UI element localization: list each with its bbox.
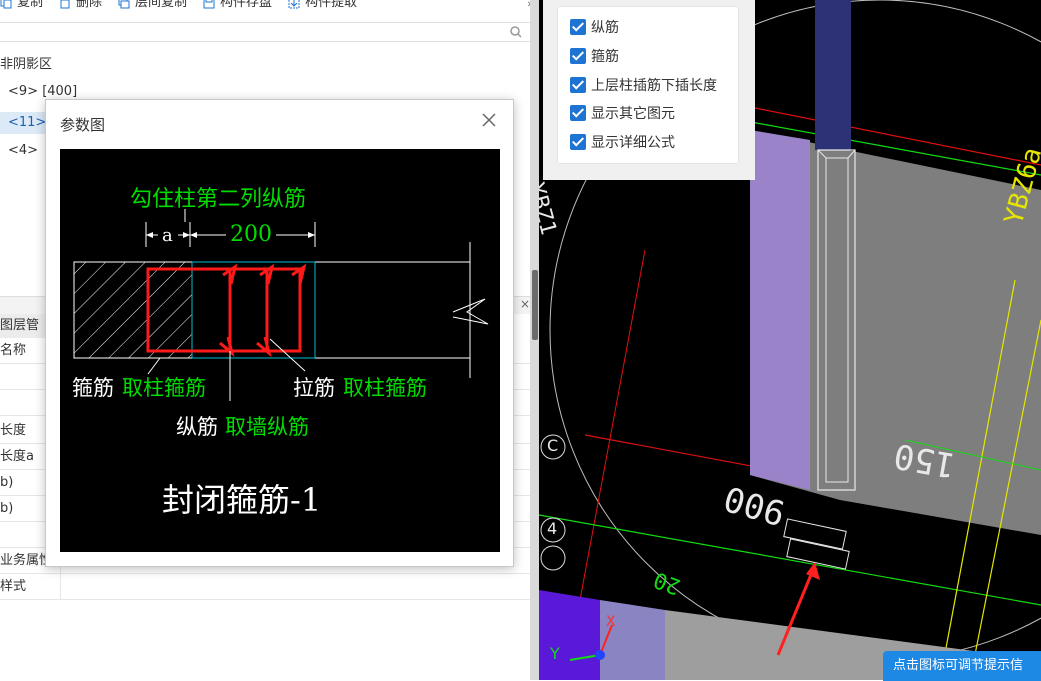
axis-c-label: C [547,436,559,455]
extract-component-button[interactable]: 构件提取 [288,0,357,10]
rebar-diagram: 勾住柱第二列纵筋 a 200 箍筋 取柱箍筋 拉筋 取柱箍筋 纵筋 取墙纵筋 封… [60,149,500,552]
panel-splitter[interactable] [530,0,539,680]
save-component-button[interactable]: 构件存盘 [203,0,272,10]
checkbox-longitudinal-rebar[interactable]: 纵筋 [570,17,619,37]
prop-divider [60,574,61,600]
layer-panel-tab[interactable]: 图层管 [0,314,50,338]
search-icon[interactable] [509,25,523,39]
checkbox-checked-icon[interactable] [570,134,586,150]
checkbox-checked-icon[interactable] [570,105,586,121]
toolbar: 复制 删除 层间复制 构件存盘 构件提取 » [0,0,538,18]
prop-row[interactable]: 样式 [0,574,530,600]
scene-red-line [579,249,646,601]
tree-item-4[interactable]: <4> [8,143,38,158]
rebar-diagram-svg: 勾住柱第二列纵筋 a 200 箍筋 取柱箍筋 拉筋 取柱箍筋 纵筋 取墙纵筋 封… [72,187,489,519]
hook-label: 勾住柱第二列纵筋 [130,187,306,212]
prop-key: 名称 [0,343,27,358]
parameter-diagram-dialog: 参数图 勾住柱第二列纵筋 a 200 箍筋 取柱箍筋 拉筋 取柱箍筋 纵筋 取墙… [45,99,514,567]
dim-200-label: 200 [230,222,272,247]
layer-panel-close-button[interactable]: × [520,297,530,311]
prop-key: b) [0,501,14,516]
extract-icon [288,0,300,9]
axis-origin [595,650,605,660]
axis-x-label: X [606,614,616,630]
scene-purple-slab [750,130,810,490]
save-component-label: 构件存盘 [220,0,273,10]
checkbox-label: 显示其它图元 [591,106,675,122]
copy-icon [0,0,12,9]
prop-key: 长度a [0,449,34,464]
floor-copy-button[interactable]: 层间复制 [118,0,187,10]
tip-settings-button[interactable]: 点击图标可调节提示信 [883,651,1041,681]
checkbox-checked-icon[interactable] [570,77,586,93]
copy-label: 复制 [17,0,44,10]
checkbox-label: 上层柱插筋下插长度 [591,78,717,94]
checkbox-show-other-elements[interactable]: 显示其它图元 [570,103,675,123]
delete-button[interactable]: 删除 [59,0,102,10]
scene-bottom-bar-2 [600,600,665,680]
scene-bottom-bar [539,590,600,680]
tree-group-unshaded[interactable]: 非阴影区 [0,53,52,72]
dim-a-label: a [162,225,173,246]
long-label: 纵筋 [176,415,218,439]
tree-item-9[interactable]: <9> [400] [8,84,77,99]
prop-key: 样式 [0,579,27,594]
checkbox-label: 纵筋 [591,20,619,36]
checkbox-show-detailed-formula[interactable]: 显示详细公式 [570,132,675,152]
close-icon[interactable] [479,110,499,130]
checkbox-label: 显示详细公式 [591,135,675,151]
axis-y-label: Y [550,644,560,663]
diagram-caption: 封闭箍筋-1 [162,481,321,519]
trash-icon [60,0,70,9]
delete-label: 删除 [76,0,103,10]
long-value: 取墙纵筋 [225,415,309,439]
stirrup-label: 箍筋 [72,376,114,400]
dialog-title: 参数图 [60,116,106,134]
checkbox-stirrup[interactable]: 箍筋 [570,46,619,66]
column-hatch [74,262,192,358]
copy-button[interactable]: 复制 [0,0,43,10]
tie-value: 取柱箍筋 [343,376,427,400]
leader-line [147,357,161,375]
scene-green-line [539,514,1041,606]
tie-label: 拉筋 [293,376,335,400]
prop-key: b) [0,475,14,490]
prop-key: 长度 [0,423,27,438]
checkbox-label: 箍筋 [591,49,619,65]
stirrup-value: 取柱箍筋 [122,376,206,400]
extract-component-label: 构件提取 [305,0,358,10]
tree-item-11-selected[interactable]: <11> [0,112,50,134]
checkbox-upper-column-dowel[interactable]: 上层柱插筋下插长度 [570,75,717,95]
axis-4-label: 4 [547,519,558,538]
checkbox-checked-icon[interactable] [570,48,586,64]
search-input[interactable] [0,22,532,42]
floor-copy-icon [118,0,130,9]
floor-copy-label: 层间复制 [135,0,188,10]
save-icon [203,0,215,9]
scene-column-top [815,0,851,150]
checkbox-checked-icon[interactable] [570,19,586,35]
splitter-grip[interactable] [532,270,538,340]
